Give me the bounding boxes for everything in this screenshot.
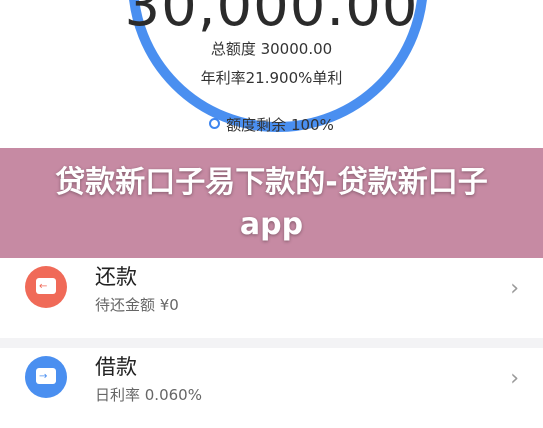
status-dot-icon bbox=[209, 118, 221, 129]
borrow-row[interactable]: → 借款 日利率 0.060% › bbox=[0, 348, 543, 428]
repay-title: 还款 bbox=[95, 265, 137, 289]
borrow-subtitle: 日利率 0.060% bbox=[95, 386, 202, 404]
remaining-credit-label: 额度剩余 100% bbox=[226, 116, 334, 134]
credit-summary-card: 30,000.00 总额度 30000.00 年利率21.900%单利 额度剩余… bbox=[0, 0, 543, 148]
annual-rate-label: 年利率21.900%单利 bbox=[200, 69, 343, 87]
title-banner: 贷款新口子易下款的-贷款新口子app bbox=[0, 148, 543, 258]
chevron-right-icon: › bbox=[510, 366, 519, 391]
borrow-title: 借款 bbox=[95, 355, 137, 379]
borrow-card-icon: → bbox=[25, 356, 67, 398]
chevron-right-icon: › bbox=[510, 276, 519, 301]
banner-title: 贷款新口子易下款的-贷款新口子app bbox=[55, 165, 488, 242]
repay-row[interactable]: ← 还款 待还金额 ¥0 › bbox=[0, 258, 543, 338]
remaining-credit: 额度剩余 100% bbox=[0, 114, 543, 135]
repay-card-icon: ← bbox=[25, 266, 67, 308]
credit-amount: 30,000.00 bbox=[124, 0, 419, 39]
repay-subtitle: 待还金额 ¥0 bbox=[95, 296, 179, 314]
total-credit-label: 总额度 30000.00 bbox=[210, 40, 333, 58]
